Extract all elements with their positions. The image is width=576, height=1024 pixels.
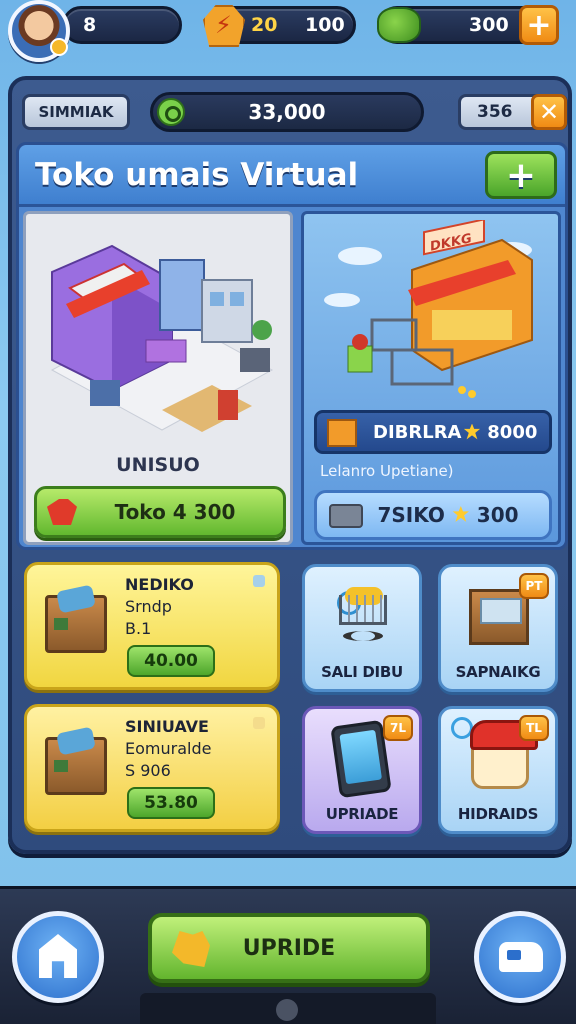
tile-chef[interactable]: TL HIDRAIDS	[438, 706, 558, 834]
tile-badge: 7L	[383, 715, 413, 741]
item-title: SINIUAVE	[125, 717, 209, 736]
info-dot-icon	[253, 575, 265, 587]
pointer-hand-icon	[47, 499, 77, 525]
home-indicator-icon[interactable]	[276, 999, 298, 1021]
shop-name: UNISUO	[116, 454, 200, 476]
buy-stall-button[interactable]: 7SIKO 300	[314, 490, 552, 540]
puzzle-piece-icon	[172, 931, 210, 967]
tile-label: SALI DIBU	[321, 663, 403, 681]
buy-stall-value: 300	[476, 503, 519, 527]
chef-icon	[470, 720, 538, 789]
score-box: 356 ✕	[458, 94, 568, 130]
item-card[interactable]: NEDIKO Srndp B.1 40.00	[24, 562, 280, 690]
item-card[interactable]: SINIUAVE Eomuralde S 906 53.80	[24, 704, 280, 832]
upgrade-label: UPRIDE	[242, 935, 336, 961]
buy-store-label: Toko 4 300	[114, 500, 236, 524]
delivery-button[interactable]	[474, 911, 566, 1003]
tile-badge: TL	[519, 715, 549, 741]
price-name: DIBRLRA	[373, 421, 462, 443]
cash-value: 300	[469, 14, 509, 36]
cash-register-icon	[329, 504, 363, 528]
store-option-left[interactable]: UNISUO Toko 4 300	[23, 211, 293, 545]
item-detail: S 906	[125, 761, 171, 780]
package-icon	[327, 419, 357, 447]
store-price-bar: DIBRLRA 8000	[314, 410, 552, 454]
item-price-button[interactable]: 40.00	[127, 645, 215, 677]
home-button[interactable]	[12, 911, 104, 1003]
gem-counter: ⚡ 20 100	[203, 5, 356, 47]
item-detail: B.1	[125, 619, 152, 638]
tile-shopping-cart[interactable]: SALI DIBU	[302, 564, 422, 692]
level-counter: 8	[62, 6, 182, 44]
level-value: 8	[83, 14, 97, 36]
add-store-button[interactable]: +	[485, 151, 557, 199]
upgrade-button[interactable]: UPRIDE	[148, 913, 430, 983]
store-title-bar: Toko umais Virtual +	[19, 145, 565, 207]
open-box-icon	[45, 737, 107, 795]
cash-icon	[377, 7, 421, 43]
progress-bar: 33,000	[150, 92, 424, 132]
item-subtitle: Srndp	[125, 597, 172, 616]
coin-icon	[463, 423, 481, 440]
isometric-shop-illustration	[50, 244, 274, 432]
tile-crate[interactable]: PT SAPNAIKG	[438, 564, 558, 692]
gem-icon: ⚡	[203, 5, 245, 47]
buy-stall-label: 7SIKO	[377, 503, 445, 527]
progress-value: 33,000	[248, 100, 326, 124]
store-card: Toko umais Virtual + UNISUO Toko 4 300 D…	[16, 142, 568, 550]
gem-value: 100	[305, 14, 345, 36]
add-cash-button[interactable]: +	[519, 5, 559, 45]
home-icon	[39, 934, 77, 978]
item-price-button[interactable]: 53.80	[127, 787, 215, 819]
coin-icon	[452, 506, 469, 522]
price-amount: 8000	[463, 422, 537, 443]
score-value: 356	[477, 102, 513, 122]
store-option-right[interactable]: DKKG DIBRLRA 8000 Lelanro Upetiane) 7SIK…	[301, 211, 561, 545]
page-title: Toko umais Virtual	[35, 156, 359, 193]
crate-icon	[469, 589, 529, 645]
store-tag: SIMMIAK	[22, 94, 130, 130]
item-title: NEDIKO	[125, 575, 194, 594]
gem-bonus-value: 20	[251, 14, 278, 36]
main-panel: SIMMIAK 33,000 356 ✕ Toko umais Virtual …	[8, 76, 572, 854]
info-dot-icon	[253, 717, 265, 729]
store-caption: Lelanro Upetiane)	[320, 462, 454, 480]
shopping-cart-icon	[329, 583, 395, 645]
item-subtitle: Eomuralde	[125, 739, 212, 758]
tile-badge: PT	[519, 573, 549, 599]
top-bar: 8 ⚡ 20 100 300 +	[0, 0, 576, 62]
search-coin-icon	[157, 98, 185, 126]
bottom-nav: UPRIDE	[0, 886, 576, 1024]
truck-icon	[499, 942, 543, 972]
sub-bar: SIMMIAK 33,000 356 ✕	[22, 90, 568, 134]
tile-phone-upgrade[interactable]: 7L UPRIADE	[302, 706, 422, 834]
tile-label: UPRIADE	[325, 805, 399, 823]
system-home-bar	[140, 993, 436, 1024]
close-button[interactable]: ✕	[531, 94, 567, 130]
price-value: 8000	[487, 421, 538, 443]
buy-store-button[interactable]: Toko 4 300	[34, 486, 286, 538]
avatar-badge-icon	[50, 38, 68, 56]
market-stall-illustration: DKKG	[324, 220, 533, 398]
cash-counter: 300 +	[377, 5, 559, 45]
tile-label: HIDRAIDS	[457, 805, 539, 823]
tile-label: SAPNAIKG	[455, 663, 541, 681]
open-box-icon	[45, 595, 107, 653]
